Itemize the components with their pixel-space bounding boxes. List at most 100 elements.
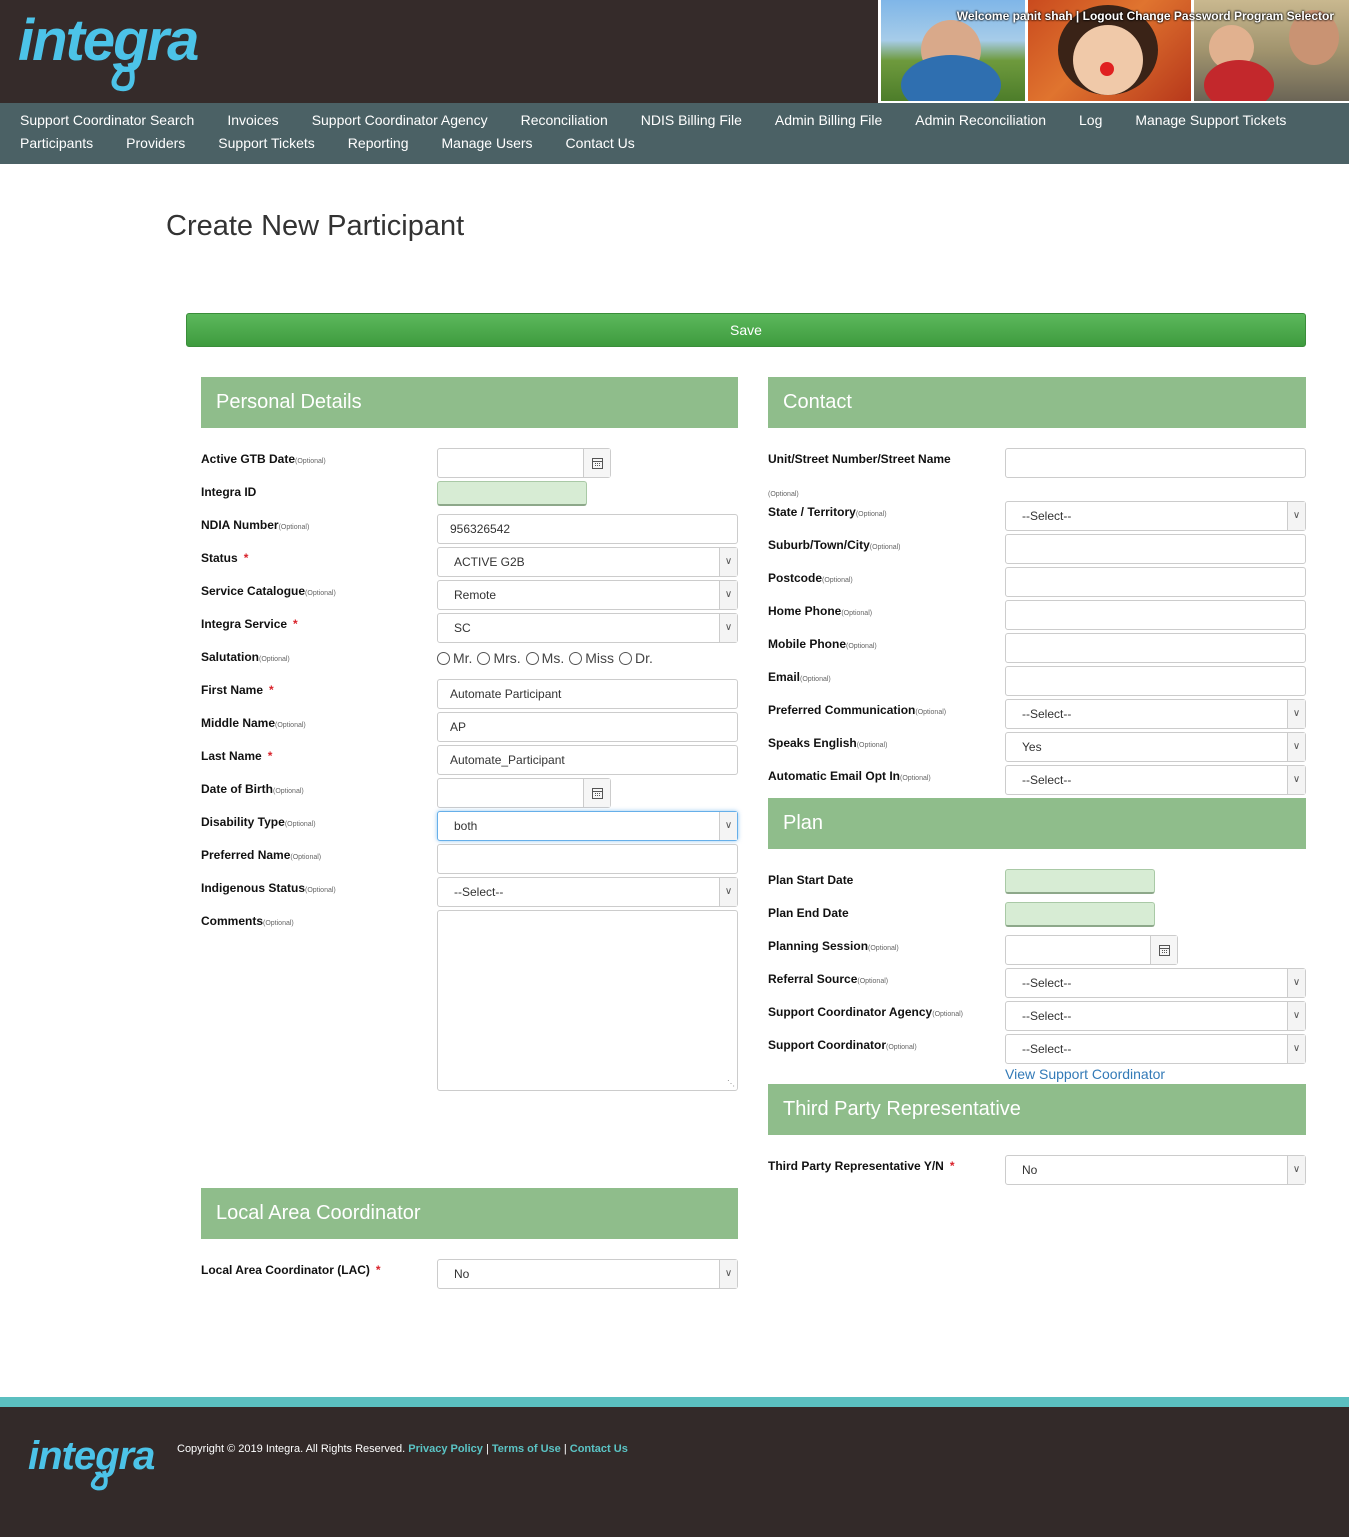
state-label: State / Territory(Optional) [768, 505, 887, 519]
auto-email-label: Automatic Email Opt In(Optional) [768, 769, 931, 783]
salutation-ms[interactable]: Ms. [525, 650, 564, 666]
integra-logo[interactable]: integra [18, 8, 208, 92]
lac-select[interactable]: No ∨ [437, 1259, 738, 1289]
disability-type-value: both [454, 819, 478, 833]
site-header: integra Welcome panit shah | Logout Chan… [0, 0, 1349, 103]
terms-of-use-link[interactable]: Terms of Use [492, 1443, 561, 1455]
nav-admin-billing-file[interactable]: Admin Billing File [775, 112, 882, 128]
home-phone-field[interactable] [1005, 600, 1306, 630]
planning-session-field[interactable] [1005, 935, 1178, 965]
middle-name-field[interactable]: AP [437, 712, 738, 742]
pref-comm-label: Preferred Communication(Optional) [768, 703, 947, 717]
calendar-icon[interactable] [583, 779, 610, 807]
active-gtb-date-field[interactable] [437, 448, 611, 478]
auto-email-select[interactable]: --Select-- ∨ [1005, 765, 1306, 795]
chevron-down-icon: ∨ [1287, 1156, 1305, 1184]
pref-comm-select[interactable]: --Select-- ∨ [1005, 699, 1306, 729]
calendar-icon[interactable] [1150, 936, 1177, 964]
footer-integra-logo[interactable]: integra [28, 1431, 158, 1491]
nav-support-coordinator-agency[interactable]: Support Coordinator Agency [312, 112, 488, 128]
plan-end-date-label: Plan End Date [768, 906, 849, 920]
disability-type-select[interactable]: both ∨ [437, 811, 738, 841]
footer-accent-strip [0, 1397, 1349, 1407]
indigenous-status-select[interactable]: --Select-- ∨ [437, 877, 738, 907]
nav-reporting[interactable]: Reporting [348, 135, 409, 151]
referral-source-select[interactable]: --Select-- ∨ [1005, 968, 1306, 998]
plan-start-date-label: Plan Start Date [768, 873, 854, 887]
referral-source-value: --Select-- [1022, 976, 1072, 990]
save-button[interactable]: Save [186, 313, 1306, 347]
user-welcome-links[interactable]: Welcome panit shah | Logout Change Passw… [957, 9, 1334, 23]
plan-end-date-field[interactable] [1005, 902, 1155, 927]
indigenous-status-value: --Select-- [454, 885, 504, 899]
privacy-policy-link[interactable]: Privacy Policy [408, 1443, 483, 1455]
nav-manage-support-tickets[interactable]: Manage Support Tickets [1135, 112, 1286, 128]
tpr-yn-select[interactable]: No ∨ [1005, 1155, 1306, 1185]
salutation-miss[interactable]: Miss [569, 650, 614, 666]
footer-contact-link[interactable]: Contact Us [570, 1443, 628, 1455]
nav-providers[interactable]: Providers [126, 135, 185, 151]
salutation-radio-group: Mr. Mrs. Ms. Miss Dr. [437, 650, 658, 666]
chevron-down-icon: ∨ [1287, 502, 1305, 530]
sc-select[interactable]: --Select-- ∨ [1005, 1034, 1306, 1064]
preferred-name-field[interactable] [437, 844, 738, 874]
third-party-heading: Third Party Representative [768, 1084, 1306, 1135]
chevron-down-icon: ∨ [719, 878, 737, 906]
nav-log[interactable]: Log [1079, 112, 1102, 128]
email-field[interactable] [1005, 666, 1306, 696]
sc-agency-select[interactable]: --Select-- ∨ [1005, 1001, 1306, 1031]
nav-manage-users[interactable]: Manage Users [442, 135, 533, 151]
salutation-mr[interactable]: Mr. [437, 650, 472, 666]
nav-participants[interactable]: Participants [20, 135, 93, 151]
status-select[interactable]: ACTIVE G2B ∨ [437, 547, 738, 577]
chevron-down-icon: ∨ [1287, 1035, 1305, 1063]
nav-support-tickets[interactable]: Support Tickets [218, 135, 315, 151]
nav-reconciliation[interactable]: Reconciliation [521, 112, 608, 128]
street-optional-tag: (Optional) [768, 491, 799, 498]
view-support-coordinator-link[interactable]: View Support Coordinator [1005, 1066, 1165, 1082]
speaks-english-select[interactable]: Yes ∨ [1005, 732, 1306, 762]
state-select[interactable]: --Select-- ∨ [1005, 501, 1306, 531]
footer-logo-wordmark: integra [28, 1434, 155, 1478]
speaks-english-value: Yes [1022, 740, 1042, 754]
suburb-field[interactable] [1005, 534, 1306, 564]
preferred-name-label: Preferred Name(Optional) [201, 848, 322, 862]
comments-textarea[interactable]: ⋱ [437, 910, 738, 1091]
first-name-field[interactable]: Automate Participant [437, 679, 738, 709]
nav-admin-reconciliation[interactable]: Admin Reconciliation [915, 112, 1046, 128]
nav-support-coordinator-search[interactable]: Support Coordinator Search [20, 112, 194, 128]
nav-invoices[interactable]: Invoices [227, 112, 278, 128]
suburb-label: Suburb/Town/City(Optional) [768, 538, 901, 552]
salutation-label: Salutation(Optional) [201, 650, 290, 664]
nav-contact-us[interactable]: Contact Us [566, 135, 635, 151]
lac-label: Local Area Coordinator (LAC) * [201, 1263, 381, 1277]
sc-agency-label: Support Coordinator Agency(Optional) [768, 1005, 963, 1019]
postcode-field[interactable] [1005, 567, 1306, 597]
last-name-field[interactable]: Automate_Participant [437, 745, 738, 775]
integra-id-field[interactable] [437, 481, 587, 506]
salutation-dr[interactable]: Dr. [619, 650, 653, 666]
integra-service-label: Integra Service * [201, 617, 298, 631]
resize-handle-icon[interactable]: ⋱ [727, 1079, 735, 1088]
planning-session-label: Planning Session(Optional) [768, 939, 899, 953]
salutation-mrs[interactable]: Mrs. [477, 650, 521, 666]
chevron-down-icon: ∨ [1287, 969, 1305, 997]
integra-service-select[interactable]: SC ∨ [437, 613, 738, 643]
dob-field[interactable] [437, 778, 611, 808]
ndia-number-field[interactable]: 956326542 [437, 514, 738, 544]
plan-start-date-field[interactable] [1005, 869, 1155, 894]
mobile-phone-field[interactable] [1005, 633, 1306, 663]
service-catalogue-select[interactable]: Remote ∨ [437, 580, 738, 610]
chevron-down-icon: ∨ [719, 581, 737, 609]
street-field[interactable] [1005, 448, 1306, 478]
chevron-down-icon: ∨ [1287, 733, 1305, 761]
chevron-down-icon: ∨ [1287, 1002, 1305, 1030]
site-footer: integra Copyright © 2019 Integra. All Ri… [0, 1407, 1349, 1537]
state-value: --Select-- [1022, 509, 1072, 523]
calendar-icon[interactable] [583, 449, 610, 477]
nav-ndis-billing-file[interactable]: NDIS Billing File [641, 112, 742, 128]
chevron-down-icon: ∨ [1287, 700, 1305, 728]
footer-copyright: Copyright © 2019 Integra. All Rights Res… [177, 1443, 628, 1455]
indigenous-status-label: Indigenous Status(Optional) [201, 881, 336, 895]
tpr-yn-label: Third Party Representative Y/N * [768, 1159, 955, 1173]
